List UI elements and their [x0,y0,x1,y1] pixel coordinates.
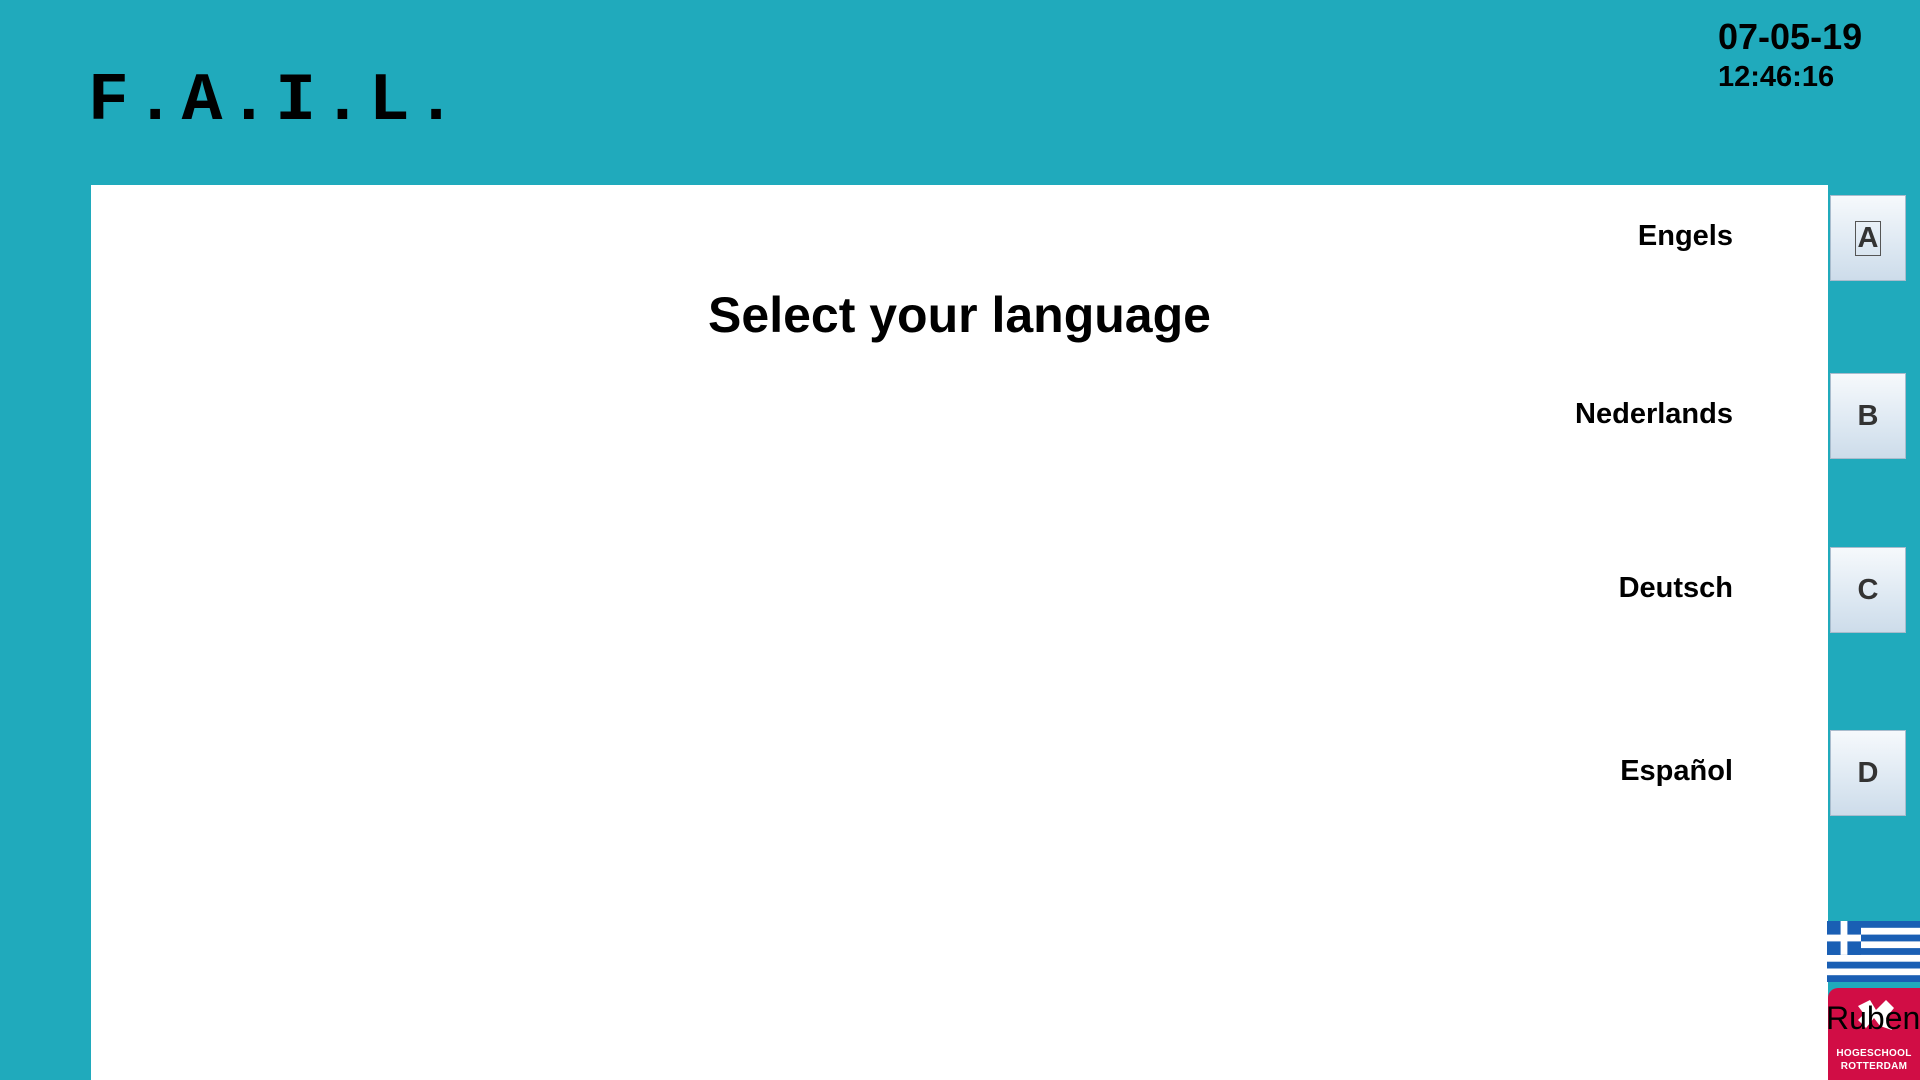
time-display: 12:46:16 [1718,61,1835,93]
language-button-a[interactable]: A [1830,195,1906,281]
language-label-deutsch: Deutsch [1618,572,1733,604]
date-display: 07-05-19 [1718,16,1863,57]
atm-screen: F.A.I.L. 07-05-19 12:46:16 Select your l… [0,0,1920,1080]
language-button-d[interactable]: D [1830,730,1906,816]
school-name-line-2: ROTTERDAM [1840,1061,1908,1072]
button-key-label: B [1857,399,1879,432]
greece-flag-icon[interactable] [1827,921,1920,982]
button-key-label: C [1857,573,1879,606]
main-panel: Select your language Engels Nederlands D… [91,185,1828,1080]
language-label-engels: Engels [1637,220,1733,252]
clock: 07-05-19 12:46:16 [1718,18,1862,94]
language-label-nederlands: Nederlands [1575,398,1733,430]
language-label-espanol: Español [1620,755,1733,787]
language-button-b[interactable]: B [1830,373,1906,459]
button-key-label: D [1857,756,1879,789]
language-button-c[interactable]: C [1830,547,1906,633]
button-key-label: A [1854,220,1882,256]
user-name: Ruben [1826,1000,1920,1036]
app-logo: F.A.I.L. [88,63,463,140]
school-name-line-1: HOGESCHOOL [1836,1048,1912,1059]
page-title: Select your language [708,287,1211,343]
